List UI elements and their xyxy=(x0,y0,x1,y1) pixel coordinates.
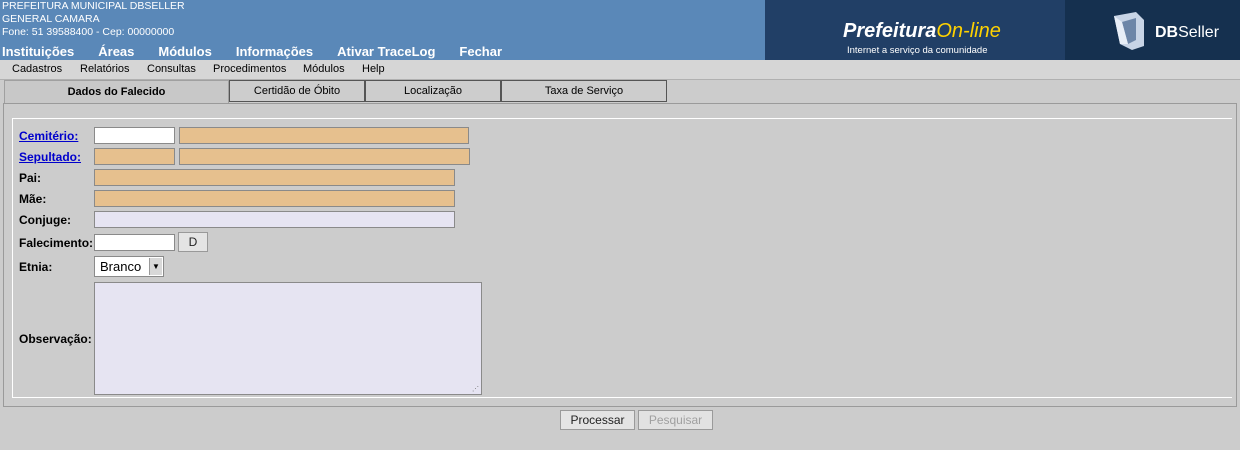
dbseller-logo-icon xyxy=(1114,12,1144,50)
chevron-down-icon: ▼ xyxy=(149,258,162,275)
etnia-select[interactable]: Branco ▼ xyxy=(94,256,164,277)
pai-label: Pai: xyxy=(19,171,42,185)
top-nav: Instituições Áreas Módulos Informações A… xyxy=(2,44,526,59)
cemiterio-label-link[interactable]: Cemitério: xyxy=(19,129,78,143)
observacao-label: Observação: xyxy=(19,332,92,346)
prefeitura-online-logo: PrefeituraOn-line xyxy=(843,20,1001,42)
tab-taxa-de-servico[interactable]: Taxa de Serviço xyxy=(501,80,667,102)
tab-dados-do-falecido[interactable]: Dados do Falecido xyxy=(4,80,229,104)
observacao-textarea[interactable]: ⋰ xyxy=(94,282,482,395)
processar-button[interactable]: Processar xyxy=(560,410,635,430)
institution-contact: Fone: 51 39588400 - Cep: 00000000 xyxy=(2,26,175,38)
menu-modulos[interactable]: Módulos xyxy=(303,63,345,75)
falecimento-label: Falecimento: xyxy=(19,236,94,250)
mae-label: Mãe: xyxy=(19,192,47,206)
logo-tagline: Internet a serviço da comunidade xyxy=(847,45,988,56)
cemiterio-code-input[interactable] xyxy=(94,127,175,144)
pesquisar-button[interactable]: Pesquisar xyxy=(638,410,713,430)
nav-fechar[interactable]: Fechar xyxy=(459,44,502,59)
brand-banner: PrefeituraOn-line Internet a serviço da … xyxy=(765,0,1240,60)
etnia-label: Etnia: xyxy=(19,260,53,274)
menu-cadastros[interactable]: Cadastros xyxy=(12,63,62,75)
tab-certidao-de-obito[interactable]: Certidão de Óbito xyxy=(229,80,365,102)
institution-name: PREFEITURA MUNICIPAL DBSELLER xyxy=(2,0,185,12)
pai-field xyxy=(94,169,455,186)
etnia-selected-value: Branco xyxy=(100,259,142,274)
nav-informacoes[interactable]: Informações xyxy=(236,44,313,59)
menu-consultas[interactable]: Consultas xyxy=(147,63,196,75)
conjuge-label: Conjuge: xyxy=(19,213,71,227)
sepultado-name-field xyxy=(179,148,470,165)
menu-procedimentos[interactable]: Procedimentos xyxy=(213,63,286,75)
sepultado-label-link[interactable]: Sepultado: xyxy=(19,150,81,164)
falecimento-date-input[interactable] xyxy=(94,234,175,251)
menu-relatorios[interactable]: Relatórios xyxy=(80,63,130,75)
dbseller-logo-text: DBSeller xyxy=(1155,24,1220,41)
resize-grip-icon[interactable]: ⋰ xyxy=(472,385,479,393)
sepultado-code-field xyxy=(94,148,175,165)
menu-bar: Cadastros Relatórios Consultas Procedime… xyxy=(0,60,1240,80)
menu-help[interactable]: Help xyxy=(362,63,385,75)
app-header: PREFEITURA MUNICIPAL DBSELLER GENERAL CA… xyxy=(0,0,1240,60)
nav-modulos[interactable]: Módulos xyxy=(158,44,211,59)
mae-field xyxy=(94,190,455,207)
date-picker-button[interactable]: D xyxy=(178,232,208,252)
nav-areas[interactable]: Áreas xyxy=(98,44,134,59)
institution-info: PREFEITURA MUNICIPAL DBSELLER GENERAL CA… xyxy=(2,0,185,39)
form-panel: Cemitério: Sepultado: Pai: Mãe: Conjuge:… xyxy=(3,103,1237,407)
conjuge-input[interactable] xyxy=(94,211,455,228)
nav-instituicoes[interactable]: Instituições xyxy=(2,44,74,59)
nav-ativar-tracelog[interactable]: Ativar TraceLog xyxy=(337,44,435,59)
cemiterio-name-field xyxy=(179,127,469,144)
tab-localizacao[interactable]: Localização xyxy=(365,80,501,102)
institution-city: GENERAL CAMARA xyxy=(2,13,100,25)
